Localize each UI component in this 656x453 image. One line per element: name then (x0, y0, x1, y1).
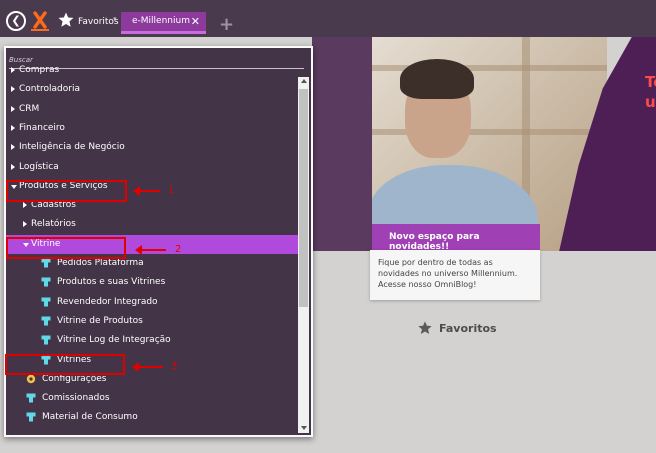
menu-item-label: CRM (19, 103, 40, 114)
menu-item-label: Logística (19, 161, 59, 172)
settings-folder-icon (26, 374, 36, 383)
form-icon (41, 297, 51, 307)
annotation-number-2: 2 (175, 244, 182, 255)
collapsed-caret-icon[interactable] (11, 163, 15, 170)
menu-item-label: Controladoria (19, 84, 80, 95)
annotation-box-1 (6, 180, 127, 202)
favorites-heading-star-icon (418, 321, 432, 334)
menu-item-label: Vitrine de Produtos (57, 315, 143, 326)
top-bar: ❮ Favoritos ▾ e-Millennium ✕ + (0, 0, 656, 37)
menu-item-produtos-e-suas-vitrines[interactable]: Produtos e suas Vitrines (6, 273, 298, 292)
tab-e-millennium[interactable]: e-Millennium ✕ (121, 12, 206, 34)
menu-item-label: Relatórios (31, 219, 76, 230)
menu-item-compras[interactable]: Compras (6, 61, 298, 80)
menu-item-label: Compras (19, 65, 60, 75)
favorites-heading-text: Favoritos (439, 322, 497, 335)
form-icon (41, 335, 51, 345)
tab-label: e-Millennium (132, 16, 190, 26)
menu-item-comissionados[interactable]: Comissionados (6, 389, 298, 408)
person-hair (400, 59, 474, 99)
collapsed-caret-icon[interactable] (11, 105, 15, 112)
menu-item-label: Inteligência de Negócio (19, 142, 125, 153)
menu-item-financeiro[interactable]: Financeiro (6, 119, 298, 138)
form-icon (26, 393, 36, 403)
annotation-arrow-3 (132, 362, 163, 372)
banner-text-line2: um (645, 93, 656, 111)
menu-scrollbar[interactable] (298, 77, 309, 433)
form-icon (41, 316, 51, 326)
annotation-number-1: 1 (168, 185, 175, 196)
millennium-logo-icon[interactable] (31, 9, 49, 31)
annotation-number-3: 3 (171, 361, 178, 372)
add-tab-icon[interactable]: + (219, 14, 234, 35)
favorites-star-icon[interactable] (57, 11, 75, 29)
menu-item-revendedor-integrado[interactable]: Revendedor Integrado (6, 293, 298, 312)
annotation-arrow-2 (135, 245, 166, 255)
collapsed-caret-icon[interactable] (23, 221, 27, 228)
scrollbar-thumb[interactable] (299, 89, 308, 307)
menu-item-label: Produtos e suas Vitrines (57, 277, 166, 288)
banner-text: Te um (645, 72, 656, 112)
favorites-dropdown-icon[interactable]: ▾ (113, 15, 117, 23)
menu-item-crm[interactable]: CRM (6, 100, 298, 119)
menu-item-vitrine-de-produtos[interactable]: Vitrine de Produtos (6, 312, 298, 331)
form-icon (26, 412, 36, 422)
scroll-down-icon[interactable] (301, 426, 307, 430)
menu-item-label: Comissionados (42, 393, 110, 404)
menu-item-relatorios[interactable]: Relatórios (6, 215, 298, 234)
annotation-arrow-1 (133, 186, 160, 196)
menu-item-label: Financeiro (19, 122, 65, 133)
news-title[interactable]: Novo espaço para novidades!! (372, 224, 540, 252)
collapsed-caret-icon[interactable] (11, 144, 15, 151)
annotation-box-3 (5, 354, 125, 375)
menu-item-logistica[interactable]: Logística (6, 158, 298, 177)
scroll-up-icon[interactable] (301, 79, 307, 83)
collapsed-caret-icon[interactable] (11, 67, 15, 73)
menu-item-label: Material de Consumo (42, 412, 138, 423)
collapsed-caret-icon[interactable] (23, 202, 27, 209)
menu-item-vitrine-log-de-integracao[interactable]: Vitrine Log de Integração (6, 331, 298, 350)
form-icon (41, 258, 51, 268)
back-icon[interactable]: ❮ (6, 11, 26, 31)
menu-item-label: Revendedor Integrado (57, 296, 158, 307)
menu-item-label: Vitrine Log de Integração (57, 335, 171, 346)
menu-item-inteligencia-de-negocio[interactable]: Inteligência de Negócio (6, 138, 298, 157)
banner-left-panel (312, 37, 372, 251)
banner-text-line1: Te (645, 73, 656, 91)
tab-close-icon[interactable]: ✕ (191, 15, 200, 28)
collapsed-caret-icon[interactable] (11, 86, 15, 93)
menu-item-controladoria[interactable]: Controladoria (6, 80, 298, 99)
menu-item-material-de-consumo[interactable]: Material de Consumo (6, 408, 298, 427)
form-icon (41, 277, 51, 287)
news-card[interactable]: Fique por dentro de todas as novidades n… (370, 250, 540, 300)
collapsed-caret-icon[interactable] (11, 124, 15, 131)
annotation-box-2 (6, 237, 126, 259)
